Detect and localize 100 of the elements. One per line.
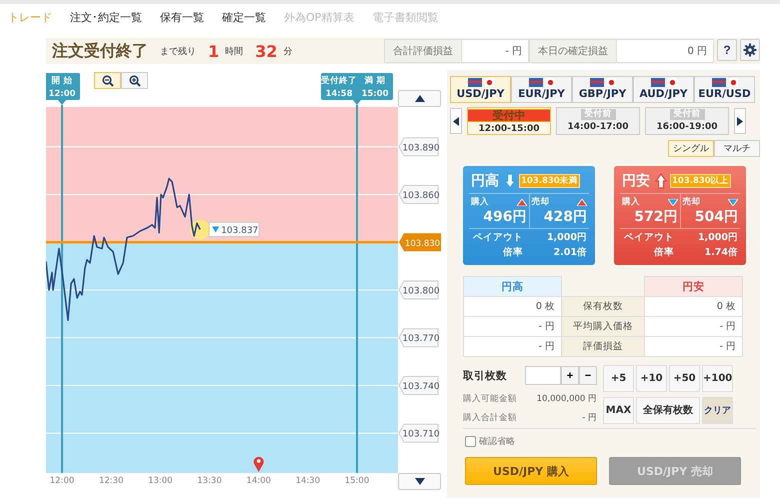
nav-tab[interactable]: 注文･約定一覧 <box>70 10 142 30</box>
flag-icon <box>606 78 616 87</box>
up-triangle-icon <box>414 95 424 102</box>
info-value: - 円 <box>582 412 597 424</box>
hours-unit: 時間 <box>225 46 244 58</box>
session-button[interactable]: 受付中 12:00-15:00 <box>467 107 551 135</box>
time-label: 12:00 <box>50 476 74 486</box>
summary-label: 合計評価損益 <box>384 39 462 63</box>
left-triangle-icon <box>453 116 459 126</box>
card-title: 円安 <box>622 172 650 190</box>
buy-button[interactable]: USD/JPY 購入 <box>465 457 597 485</box>
flag-icon <box>712 78 726 87</box>
map-pin-icon <box>254 456 264 472</box>
scroll-down-button[interactable] <box>398 473 441 490</box>
summary-value: - 円 <box>462 39 529 63</box>
info-value: 10,000,000 円 <box>536 393 597 405</box>
buy-label: 購入 <box>471 196 489 208</box>
flag-icon <box>650 78 664 87</box>
payout-label: ペイアウト <box>473 231 524 244</box>
buy-price: 572円 <box>633 208 678 226</box>
quantity-button[interactable]: MAX <box>603 396 634 424</box>
glow-marker <box>190 220 210 240</box>
payout-label: ペイアウト <box>624 231 675 244</box>
minus-button[interactable]: − <box>579 366 597 385</box>
currency-tab[interactable]: GBP/JPY <box>572 76 633 103</box>
payout-value: 1,000円 <box>546 231 587 244</box>
price-tag: 103.800 <box>398 280 440 300</box>
y-tick-label: 103.740 <box>402 382 440 392</box>
buy-label: 購入 <box>622 196 640 208</box>
time-label: 14:30 <box>296 476 320 486</box>
info-label: 購入合計金額 <box>463 412 517 424</box>
option-card[interactable]: 円安 103.830以上 購入 572円 売却 504円 ペイアウト 1,000円 倍率 1.74倍 <box>614 166 746 265</box>
zoom-out-button[interactable] <box>94 72 121 89</box>
flag-icon <box>668 78 676 87</box>
right-triangle-icon <box>737 116 743 126</box>
previous-button[interactable] <box>450 108 462 134</box>
table-cell: - 円 <box>463 337 562 357</box>
y-tick-label: 103.890 <box>402 143 440 154</box>
target-tag: 103.830 <box>399 233 441 252</box>
payout-value: 1,000円 <box>698 231 738 244</box>
y-tick-label: 103.770 <box>402 334 440 344</box>
settings-button[interactable] <box>740 39 760 61</box>
quantity-button[interactable]: 全保有枚数 <box>636 396 700 424</box>
zoom-in-button[interactable] <box>121 72 148 89</box>
flag-icon <box>484 78 494 87</box>
quantity-button[interactable]: +100 <box>702 365 733 392</box>
table-cell: - 円 <box>644 317 743 337</box>
mode-tab[interactable]: マルチ <box>714 140 760 157</box>
time-label: 15:00 <box>344 476 370 486</box>
annotation: 103.837 <box>221 226 258 236</box>
currency-tab[interactable]: EUR/USD <box>694 76 755 103</box>
nav-tab[interactable]: 保有一覧 <box>160 10 204 30</box>
remaining-label: まで残り <box>160 46 196 58</box>
scroll-up-button[interactable] <box>398 90 441 107</box>
next-button[interactable] <box>734 108 746 134</box>
minutes-value: 32 <box>255 42 278 60</box>
table-cell: - 円 <box>644 337 743 357</box>
table-cell: 0 枚 <box>463 297 562 317</box>
price-tag: 103.860 <box>398 185 440 204</box>
hours-value: 1 <box>208 42 220 60</box>
time-label: 13:00 <box>148 476 173 486</box>
quantity-field[interactable] <box>525 366 561 385</box>
buy-price: 496円 <box>482 208 526 226</box>
y-tick-label: 103.800 <box>402 286 440 296</box>
status-title: 注文受付終了 <box>52 40 148 62</box>
currency-tab[interactable]: AUD/JPY <box>633 76 694 103</box>
currency-tab[interactable]: EUR/JPY <box>511 76 572 103</box>
card-title: 円高 <box>471 172 499 190</box>
quantity-button[interactable]: +10 <box>636 365 667 392</box>
quantity-button[interactable]: クリア <box>702 396 733 424</box>
checkbox[interactable] <box>465 436 476 447</box>
plus-button[interactable]: + <box>561 366 579 385</box>
currency-tab[interactable]: USD/JPY <box>450 76 511 103</box>
help-button[interactable]: ? <box>717 39 737 61</box>
zoom-in-icon <box>128 74 140 86</box>
summary-label: 本日の確定損益 <box>529 39 617 63</box>
flag-icon <box>546 78 554 87</box>
column-header: 円高 <box>463 276 562 297</box>
sell-price: 504円 <box>694 208 738 226</box>
zoom-out-icon <box>102 74 114 86</box>
quantity-button[interactable]: +50 <box>669 365 700 392</box>
flag-icon <box>528 78 542 87</box>
quantity-button[interactable]: +5 <box>603 365 634 392</box>
info-label: 購入可能金額 <box>463 393 517 405</box>
threshold-badge: 103.830以上 <box>670 174 731 188</box>
sell-price: 428円 <box>542 208 587 226</box>
minutes-unit: 分 <box>283 46 292 58</box>
y-tick-label: 103.860 <box>402 191 440 202</box>
nav-tab[interactable]: 確定一覧 <box>222 10 266 30</box>
ref-line-label: 103.830 <box>404 238 440 249</box>
row-label: 保有枚数 <box>562 297 644 317</box>
checkbox-label: 確認省略 <box>479 436 515 448</box>
threshold-badge: 103.830未満 <box>519 174 580 188</box>
time-label: 14:00 <box>246 476 271 486</box>
rate-label: 倍率 <box>652 246 675 259</box>
flag-icon <box>590 78 604 87</box>
quantity-label: 取引枚数 <box>463 368 508 382</box>
price-label: 103.837 <box>208 222 260 238</box>
time-label: 12:30 <box>98 476 124 486</box>
mode-tab[interactable]: シングル <box>668 140 714 157</box>
